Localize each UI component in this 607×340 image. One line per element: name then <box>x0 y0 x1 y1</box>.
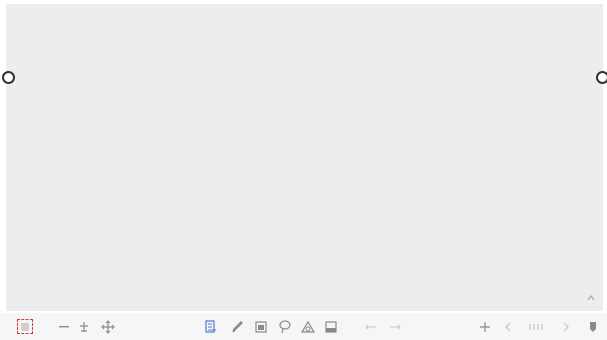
bottom-toolbar <box>0 313 607 340</box>
move-icon <box>101 320 115 334</box>
pen-icon <box>232 321 243 333</box>
zoom-out-icon <box>59 326 69 328</box>
menu-icon <box>590 322 596 332</box>
undo-button[interactable] <box>364 319 378 335</box>
whiteboard-canvas[interactable] <box>6 4 603 311</box>
whiteboard-screen <box>0 0 607 340</box>
shape-tool-button[interactable] <box>300 319 316 335</box>
lasso-icon <box>279 320 291 334</box>
undo-icon <box>365 324 376 330</box>
right-edge-handle[interactable] <box>596 71 607 84</box>
chevron-up-icon <box>587 295 595 301</box>
redo-button[interactable] <box>388 319 402 335</box>
eraser-tool-button[interactable] <box>254 319 268 335</box>
eraser-icon <box>255 321 267 333</box>
left-edge-handle[interactable] <box>2 71 15 84</box>
redo-icon <box>390 324 401 330</box>
select-tool-button[interactable] <box>204 319 218 335</box>
pages-thumbnail-button[interactable] <box>17 319 33 334</box>
page-indicator <box>524 319 548 335</box>
collapse-toolbar-button[interactable] <box>584 291 598 305</box>
fill-tool-button[interactable] <box>324 319 338 335</box>
zoom-icon <box>80 322 88 332</box>
add-page-icon <box>480 322 490 332</box>
page-indicator-glyph <box>529 324 543 330</box>
pen-tool-button[interactable] <box>230 319 244 335</box>
fill-icon <box>325 321 337 333</box>
previous-page-button[interactable] <box>502 319 514 335</box>
next-page-icon <box>563 322 569 332</box>
zoom-level-button[interactable] <box>78 319 90 335</box>
add-page-button[interactable] <box>478 319 492 335</box>
select-icon <box>205 320 216 333</box>
pages-thumbnail-icon <box>21 322 29 331</box>
move-button[interactable] <box>100 319 116 335</box>
menu-button[interactable] <box>586 319 600 335</box>
previous-page-icon <box>505 322 511 332</box>
shape-icon <box>301 321 315 333</box>
next-page-button[interactable] <box>560 319 572 335</box>
zoom-out-button[interactable] <box>58 319 70 335</box>
lasso-tool-button[interactable] <box>278 319 292 335</box>
